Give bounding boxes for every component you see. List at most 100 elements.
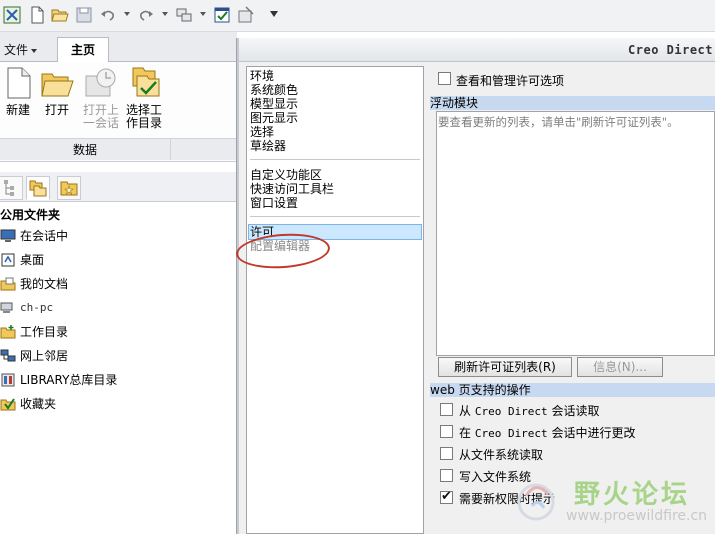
select-wd-line1: 选择工 <box>125 103 162 117</box>
category-selection[interactable]: 选择 <box>250 125 274 139</box>
open-last-line1: 打开上 <box>82 103 119 117</box>
documents-icon <box>0 277 16 291</box>
web-option-pre: 从 <box>459 404 475 418</box>
new-file-icon <box>7 67 31 99</box>
new-button[interactable]: 新建 <box>2 66 34 117</box>
web-option-product: Creo Direct <box>474 405 548 418</box>
tree-item-label: 在会话中 <box>20 229 69 243</box>
category-environment[interactable]: 环境 <box>250 69 274 83</box>
view-manage-license-label: 查看和管理许可选项 <box>456 74 565 88</box>
undo-icon[interactable] <box>99 6 117 24</box>
open-folder-icon <box>41 73 74 97</box>
save-icon[interactable] <box>75 6 93 24</box>
close-window-icon[interactable] <box>237 6 255 24</box>
favorites-folder-icon <box>60 181 78 196</box>
tree-item-desktop[interactable]: 桌面 <box>0 250 237 274</box>
tree-item-label: 收藏夹 <box>20 397 57 411</box>
category-window-settings[interactable]: 窗口设置 <box>250 196 298 210</box>
redo-icon[interactable] <box>137 6 155 24</box>
tree-item-working-directory[interactable]: 工作目录 <box>0 322 237 346</box>
computer-icon <box>0 302 13 313</box>
chevron-down-icon <box>31 48 38 53</box>
tree-item-my-documents[interactable]: 我的文档 <box>0 274 237 298</box>
open-last-session-icon <box>85 68 116 97</box>
tree-item-label: 网上邻居 <box>20 349 69 363</box>
undo-dropdown-icon[interactable] <box>124 12 130 16</box>
open-icon[interactable] <box>51 6 69 24</box>
web-option-product: Creo Direct <box>474 427 548 440</box>
web-option-checkbox[interactable] <box>440 469 453 482</box>
tab-favorites[interactable] <box>57 176 81 200</box>
tree-item-favorites[interactable]: 收藏夹 <box>0 394 237 418</box>
options-title-bar: Creo Direct <box>239 38 715 62</box>
redo-dropdown-icon[interactable] <box>162 12 168 16</box>
tree-item-label: ch-pc <box>20 301 54 314</box>
tree-icon <box>4 180 14 196</box>
category-model-display[interactable]: 模型显示 <box>250 97 298 111</box>
favorites-icon <box>0 398 16 411</box>
network-icon <box>0 349 16 362</box>
category-entity-display[interactable]: 图元显示 <box>250 111 298 125</box>
category-customize-ribbon[interactable]: 自定义功能区 <box>250 168 322 182</box>
web-option-checkbox[interactable] <box>440 425 453 438</box>
web-option-post: 会话读取 <box>547 404 600 418</box>
customize-toolbar-icon[interactable] <box>270 11 278 17</box>
floating-modules-hint: 要查看更新的列表，请单击"刷新许可证列表"。 <box>438 115 679 129</box>
web-option-pre: 在 <box>459 426 475 440</box>
app-icon[interactable] <box>3 6 21 24</box>
select-working-directory-button[interactable]: 选择工 作目录 <box>123 66 165 130</box>
open-last-session-button[interactable]: 打开上 一会话 <box>80 66 122 130</box>
tab-model-tree[interactable] <box>0 176 23 200</box>
web-option-checkbox[interactable] <box>440 447 453 460</box>
folders-icon <box>29 180 47 197</box>
tree-item-library[interactable]: LIBRARY总库目录 <box>0 370 237 394</box>
web-option-label: 从文件系统读取 <box>459 448 544 462</box>
ribbon-group-data: 数据 <box>0 138 170 160</box>
tree-item-in-session[interactable]: 在会话中 <box>0 226 237 250</box>
web-option-checkbox[interactable] <box>440 403 453 416</box>
tab-home[interactable]: 主页 <box>57 37 109 63</box>
view-manage-license-checkbox[interactable] <box>438 72 451 85</box>
tab-folder-browser[interactable] <box>26 176 50 200</box>
web-option-post: 会话中进行更改 <box>547 426 636 440</box>
folder-tree: 在会话中 桌面 我的文档 ch-pc 工作目录 网上邻居 LIBRARY总库目录… <box>0 226 237 418</box>
watermark: 野火论坛 www.proewildfire.cn <box>510 470 715 534</box>
open-last-line2: 一会话 <box>82 116 119 130</box>
watermark-url: www.proewildfire.cn <box>566 508 708 524</box>
navigator-tabs <box>0 172 237 202</box>
options-category-list: 环境 系统颜色 模型显示 图元显示 选择 草绘器 自定义功能区 快速访问工具栏 … <box>246 66 424 534</box>
tree-item-label: 桌面 <box>20 253 45 267</box>
new-icon[interactable] <box>28 6 46 24</box>
category-system-colors[interactable]: 系统颜色 <box>250 83 298 97</box>
common-folders-title: 公用文件夹 <box>0 208 61 222</box>
watermark-text: 野火论坛 <box>574 480 691 510</box>
tree-item-network[interactable]: 网上邻居 <box>0 346 237 370</box>
quick-access-toolbar <box>0 0 715 32</box>
open-button-label: 打开 <box>44 103 69 117</box>
open-button[interactable]: 打开 <box>40 66 74 117</box>
tab-file-label: 文件 <box>4 43 29 57</box>
new-button-label: 新建 <box>5 103 30 117</box>
desktop-icon <box>1 253 15 267</box>
web-option-checkbox[interactable] <box>440 489 453 504</box>
select-wd-line2: 作目录 <box>125 116 162 130</box>
ribbon-group-divider <box>170 138 237 160</box>
library-icon <box>1 373 15 387</box>
floating-modules-header: 浮动模块 <box>430 96 715 110</box>
refresh-license-list-button[interactable]: 刷新许可证列表(R) <box>438 357 572 377</box>
folder-icon <box>0 325 16 339</box>
info-button[interactable]: 信息(N)... <box>577 357 663 377</box>
tree-item-label: 我的文档 <box>20 277 69 291</box>
tab-file[interactable]: 文件 <box>0 41 41 59</box>
window-icon[interactable] <box>175 6 193 24</box>
floating-modules-list[interactable] <box>436 111 715 356</box>
monitor-icon <box>0 229 16 242</box>
category-quick-access-toolbar[interactable]: 快速访问工具栏 <box>250 182 334 196</box>
web-actions-header-label: web 页支持的操作 <box>430 383 531 397</box>
tree-item-computer[interactable]: ch-pc <box>0 298 237 322</box>
category-sketcher[interactable]: 草绘器 <box>250 139 286 153</box>
category-divider <box>250 216 420 217</box>
check-window-icon[interactable] <box>213 6 231 24</box>
window-dropdown-icon[interactable] <box>200 12 206 16</box>
ribbon-tab-bar: 文件 主页 <box>0 32 237 63</box>
